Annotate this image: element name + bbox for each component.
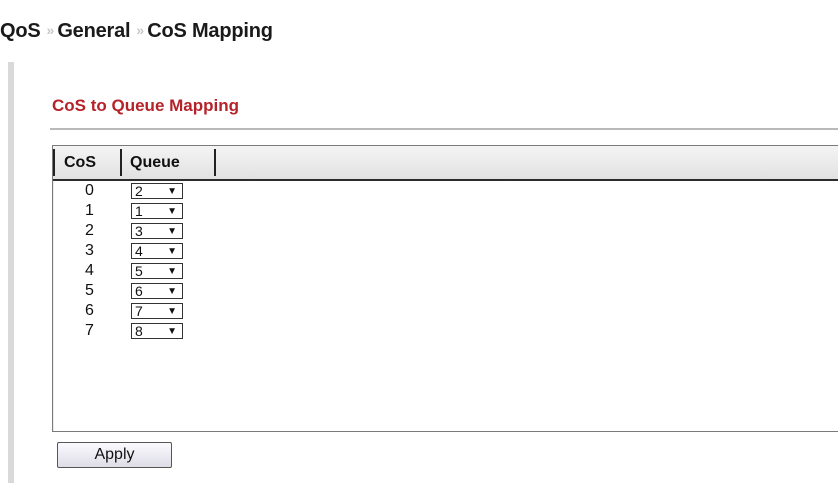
cos-value: 6 [85,302,94,319]
cos-value: 5 [85,282,94,299]
cos-value: 1 [85,202,94,219]
section-divider [50,128,838,130]
column-header-queue: Queue [120,149,216,176]
section-title: CoS to Queue Mapping [52,96,239,115]
breadcrumb-separator-icon: » [136,22,144,38]
queue-select-value: 7 [135,303,143,319]
queue-select-value: 1 [135,203,143,219]
breadcrumb-separator-icon: » [46,22,55,38]
dropdown-arrow-icon: ▼ [167,266,177,277]
table-row: 4 5 ▼ [53,261,838,281]
cos-value: 2 [85,222,94,239]
dropdown-arrow-icon: ▼ [167,246,177,257]
queue-select[interactable]: 6 ▼ [131,283,183,299]
queue-select-value: 3 [135,223,143,239]
table-row: 2 3 ▼ [53,221,838,241]
cos-value: 4 [85,262,94,279]
table-row: 5 6 ▼ [53,281,838,301]
cos-value: 0 [85,182,94,199]
queue-select[interactable]: 2 ▼ [131,183,183,199]
queue-select[interactable]: 8 ▼ [131,323,183,339]
queue-select[interactable]: 7 ▼ [131,303,183,319]
dropdown-arrow-icon: ▼ [167,206,177,217]
table-row: 7 8 ▼ [53,321,838,341]
queue-select-value: 4 [135,243,143,259]
cos-value: 7 [85,322,94,339]
dropdown-arrow-icon: ▼ [167,226,177,237]
table-row: 1 1 ▼ [53,201,838,221]
column-header-cos: CoS [53,149,119,176]
cos-queue-table: CoS Queue 0 2 ▼ 1 1 ▼ 2 3 ▼ 3 4 ▼ 4 5 ▼ 5 6 ▼ 6 7 ▼ 7 8 ▼ [52,145,838,432]
queue-select[interactable]: 5 ▼ [131,263,183,279]
queue-select-value: 8 [135,323,143,339]
content-panel: CoS to Queue Mapping CoS Queue 0 2 ▼ 1 1 ▼ 2 3 ▼… [14,62,838,483]
dropdown-arrow-icon: ▼ [167,286,177,297]
breadcrumb: QoS» General» CoS Mapping [0,20,273,43]
breadcrumb-qos[interactable]: QoS [0,20,41,42]
queue-select-value: 5 [135,263,143,279]
cos-value: 3 [85,242,94,259]
queue-select-value: 6 [135,283,143,299]
dropdown-arrow-icon: ▼ [167,326,177,337]
queue-select[interactable]: 3 ▼ [131,223,183,239]
breadcrumb-cos-mapping: CoS Mapping [147,20,273,42]
queue-select[interactable]: 1 ▼ [131,203,183,219]
page-header: QoS» General» CoS Mapping [0,0,838,62]
dropdown-arrow-icon: ▼ [167,306,177,317]
apply-button[interactable]: Apply [57,442,172,468]
queue-select-value: 2 [135,183,143,199]
queue-select[interactable]: 4 ▼ [131,243,183,259]
table-header: CoS Queue [53,146,838,181]
table-row: 6 7 ▼ [53,301,838,321]
table-row: 3 4 ▼ [53,241,838,261]
breadcrumb-general[interactable]: General [57,20,130,42]
table-row: 0 2 ▼ [53,181,838,201]
dropdown-arrow-icon: ▼ [167,186,177,197]
